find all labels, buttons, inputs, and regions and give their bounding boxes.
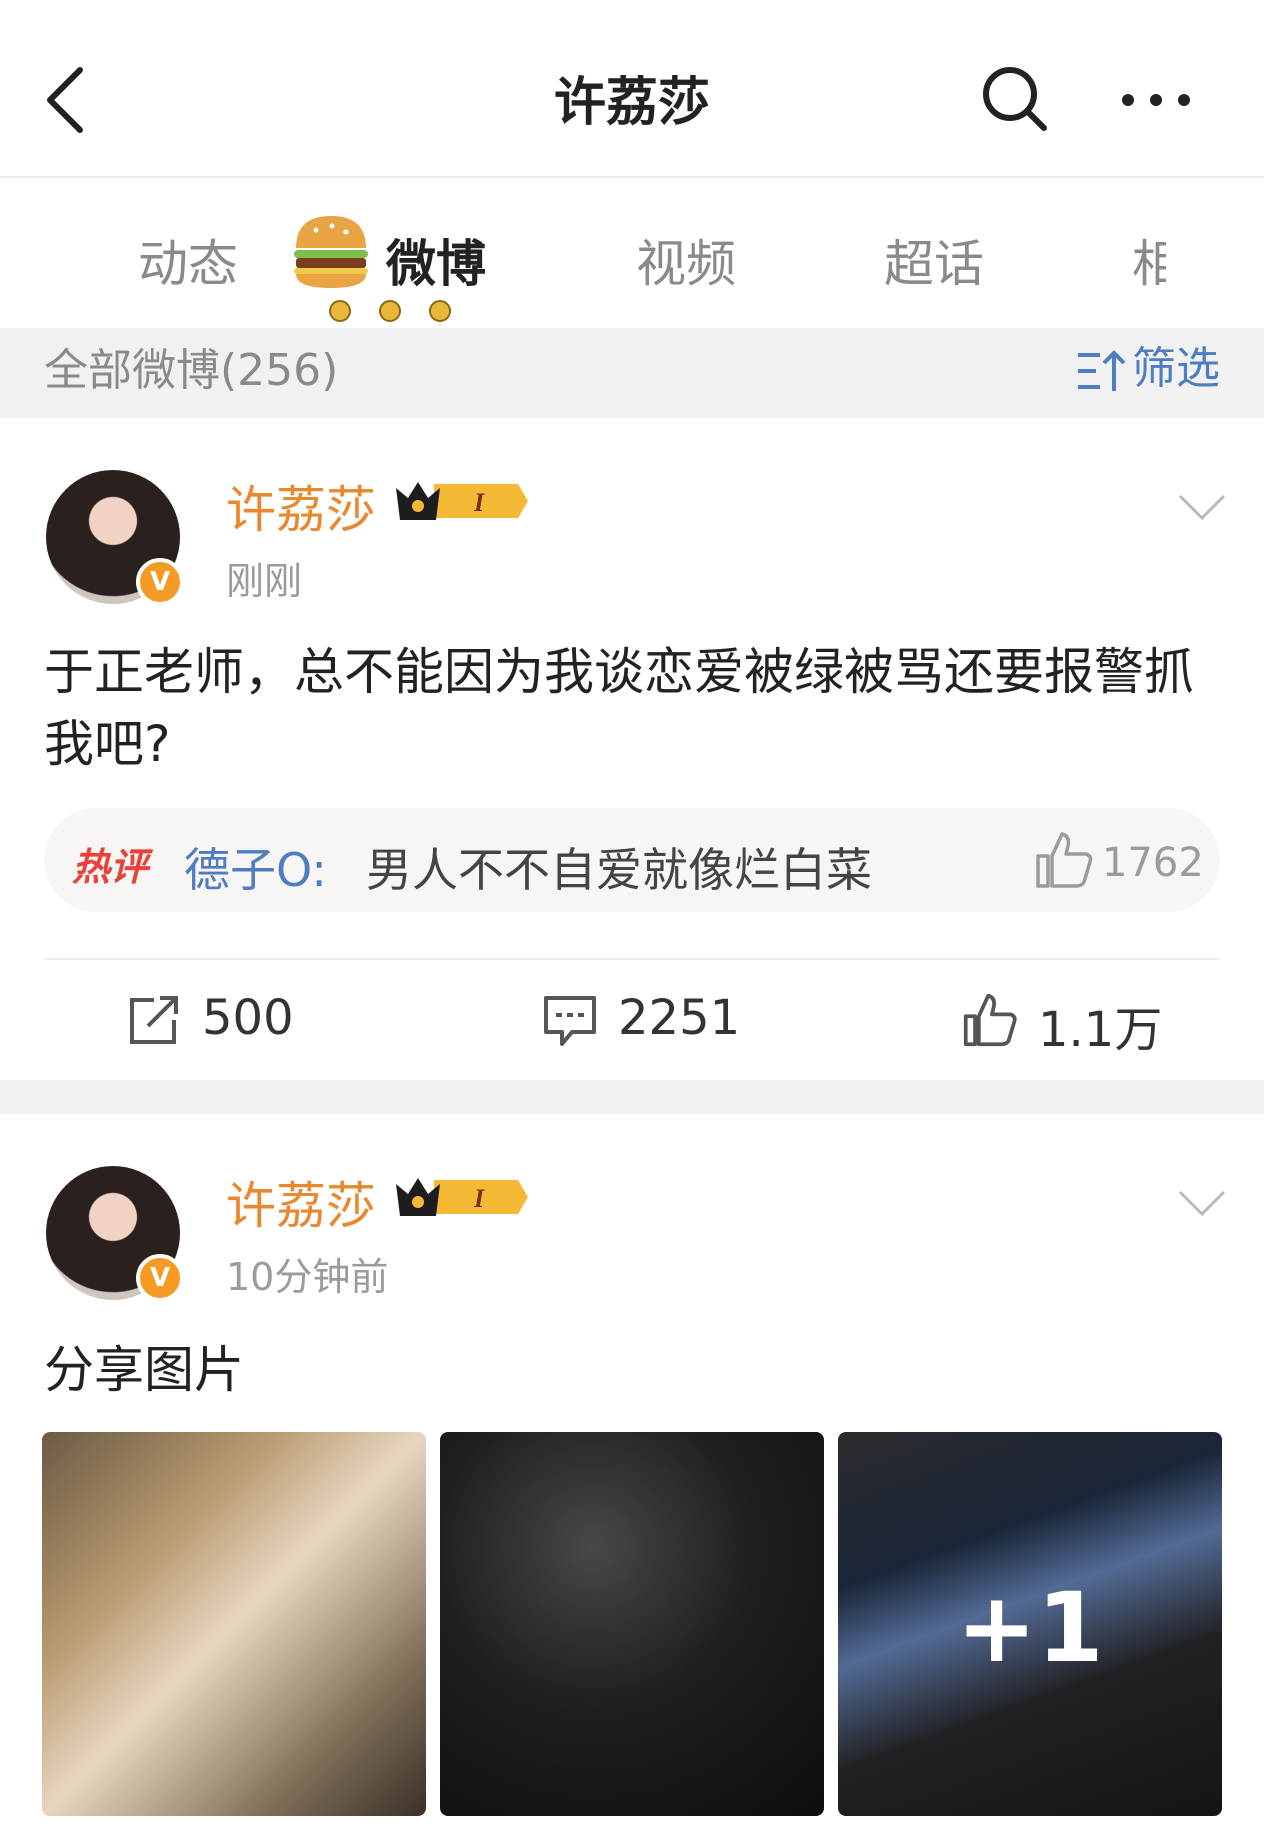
thumbs-up-icon (963, 993, 1017, 1047)
svg-text:I: I (473, 488, 485, 517)
comment-icon (544, 996, 596, 1046)
chevron-down-icon[interactable] (1176, 492, 1228, 522)
search-icon[interactable] (980, 64, 1050, 134)
vip-crown-icon: I (396, 482, 528, 520)
vip-crown-icon: I (396, 1178, 528, 1216)
filter-bar: 全部微博(256) 筛选 (0, 328, 1264, 418)
username[interactable]: 许荔莎 (226, 1166, 376, 1238)
post-text: 于正老师，总不能因为我谈恋爱被绿被骂还要报警抓我吧? (44, 643, 1194, 773)
post-separator (0, 1080, 1264, 1114)
post-text: 分享图片 (44, 1341, 244, 1399)
tab-supertopic[interactable]: 超话 (884, 224, 984, 296)
like-count: 1.1万 (1038, 1002, 1163, 1058)
filter-label: 筛选 (1132, 343, 1220, 394)
repost-count: 500 (202, 990, 294, 1046)
username[interactable]: 许荔莎 (226, 470, 376, 542)
tab-weibo[interactable]: 微博 (386, 224, 486, 296)
coin-dots-icon (329, 300, 451, 322)
post-card[interactable]: V 许荔莎 I 刚刚 于正老师，总不能因为我谈恋爱被绿被骂还要报警抓我吧? 热评… (0, 418, 1264, 1080)
tab-video[interactable]: 视频 (636, 224, 736, 296)
tab-dynamic[interactable]: 动态 (138, 224, 238, 296)
repost-button[interactable]: 500 (126, 980, 366, 1060)
chevron-down-icon[interactable] (1176, 1188, 1228, 1218)
top-bar: 许荔莎 (0, 0, 1264, 178)
post-time: 10分钟前 (226, 1255, 389, 1299)
thumbs-up-icon[interactable] (1034, 830, 1094, 890)
profile-tabs: 动态 微博 视频 超话 相 (0, 178, 1264, 328)
hot-comment[interactable]: 热评 德子O: 男人不不自爱就像烂白菜 1762 (44, 808, 1220, 912)
post-image[interactable] (440, 1432, 824, 1816)
more-options-icon[interactable] (1116, 80, 1196, 120)
burger-icon (294, 216, 368, 288)
weibo-count: 全部微博(256) (44, 345, 339, 396)
filter-icon (1078, 350, 1126, 391)
page-title: 许荔莎 (553, 73, 710, 133)
divider (44, 958, 1220, 960)
hot-comment-user[interactable]: 德子O: (184, 834, 327, 900)
hot-comment-likes: 1762 (1102, 840, 1204, 886)
filter-button[interactable]: 筛选 (1076, 332, 1220, 396)
comment-count: 2251 (618, 990, 741, 1046)
repost-icon (130, 996, 178, 1044)
svg-text:I: I (473, 1184, 485, 1213)
hot-comment-tag: 热评 (72, 845, 149, 889)
post-image[interactable] (42, 1432, 426, 1816)
tab-album[interactable]: 相 (1132, 224, 1166, 296)
hot-comment-text: 男人不不自爱就像烂白菜 (366, 843, 872, 897)
comment-button[interactable]: 2251 (542, 980, 802, 1060)
more-images-count: +1 (956, 1572, 1104, 1684)
like-button[interactable]: 1.1万 (962, 980, 1202, 1060)
post-image[interactable]: +1 (838, 1432, 1222, 1816)
verified-badge: V (136, 1254, 184, 1302)
post-time: 刚刚 (226, 559, 303, 603)
verified-badge: V (136, 558, 184, 606)
